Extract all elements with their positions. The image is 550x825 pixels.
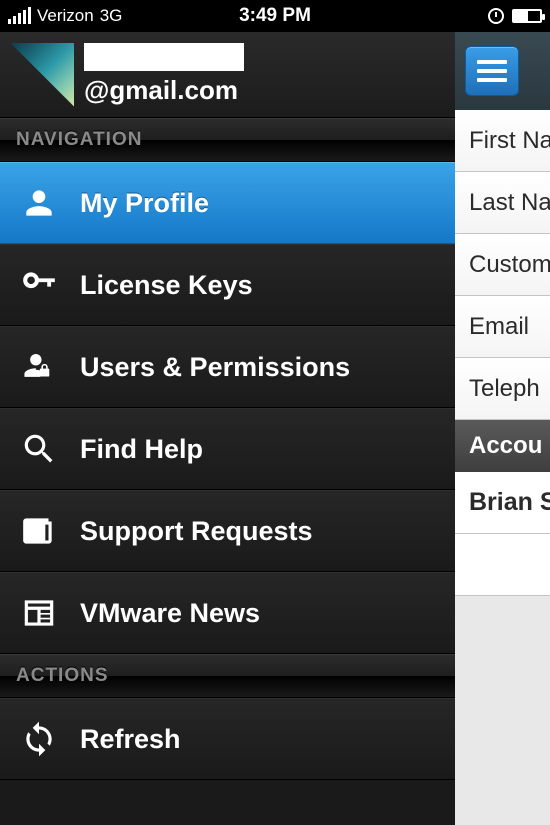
user-lock-icon bbox=[18, 346, 60, 388]
row-customer[interactable]: Custom bbox=[455, 234, 550, 296]
nav-my-profile[interactable]: My Profile bbox=[0, 162, 455, 244]
row-telephone[interactable]: Teleph bbox=[455, 358, 550, 420]
person-icon bbox=[18, 182, 60, 224]
nav-license-keys[interactable]: License Keys bbox=[0, 244, 455, 326]
drawer-header: @gmail.com bbox=[0, 32, 455, 118]
refresh-icon bbox=[18, 718, 60, 760]
main-header bbox=[455, 32, 550, 110]
navigation-drawer: @gmail.com NAVIGATION My Profile License… bbox=[0, 32, 455, 825]
signal-icon bbox=[8, 8, 31, 24]
battery-icon bbox=[512, 9, 542, 23]
row-first-name[interactable]: First Na bbox=[455, 110, 550, 172]
news-icon bbox=[18, 592, 60, 634]
username-redacted bbox=[84, 43, 244, 71]
network-label: 3G bbox=[100, 6, 123, 26]
section-actions: ACTIONS bbox=[0, 654, 455, 698]
nav-label: License Keys bbox=[80, 270, 253, 301]
profile-list: First Na Last Na Custom Email Teleph Acc… bbox=[455, 110, 550, 596]
nav-support-requests[interactable]: Support Requests bbox=[0, 490, 455, 572]
action-label: Refresh bbox=[80, 724, 181, 755]
user-email: @gmail.com bbox=[84, 75, 244, 106]
section-navigation: NAVIGATION bbox=[0, 118, 455, 162]
nav-label: Find Help bbox=[80, 434, 203, 465]
key-icon bbox=[18, 264, 60, 306]
account-section-header: Accou bbox=[455, 420, 550, 472]
nav-vmware-news[interactable]: VMware News bbox=[0, 572, 455, 654]
nav-find-help[interactable]: Find Help bbox=[0, 408, 455, 490]
nav-users-permissions[interactable]: Users & Permissions bbox=[0, 326, 455, 408]
row-last-name[interactable]: Last Na bbox=[455, 172, 550, 234]
status-left: Verizon 3G bbox=[8, 6, 122, 26]
newspaper-icon bbox=[18, 510, 60, 552]
status-right bbox=[488, 8, 542, 24]
main-panel: First Na Last Na Custom Email Teleph Acc… bbox=[455, 32, 550, 825]
app-logo bbox=[10, 43, 74, 107]
row-account-name[interactable]: Brian S bbox=[455, 472, 550, 534]
carrier-label: Verizon bbox=[37, 6, 94, 26]
menu-button[interactable] bbox=[465, 46, 519, 96]
alarm-icon bbox=[488, 8, 504, 24]
row-blank bbox=[455, 534, 550, 596]
status-bar: Verizon 3G 3:49 PM bbox=[0, 0, 550, 32]
nav-label: VMware News bbox=[80, 598, 260, 629]
nav-label: My Profile bbox=[80, 188, 209, 219]
search-icon bbox=[18, 428, 60, 470]
status-time: 3:49 PM bbox=[239, 5, 311, 27]
nav-label: Support Requests bbox=[80, 516, 313, 547]
action-refresh[interactable]: Refresh bbox=[0, 698, 455, 780]
nav-label: Users & Permissions bbox=[80, 352, 350, 383]
row-email[interactable]: Email bbox=[455, 296, 550, 358]
